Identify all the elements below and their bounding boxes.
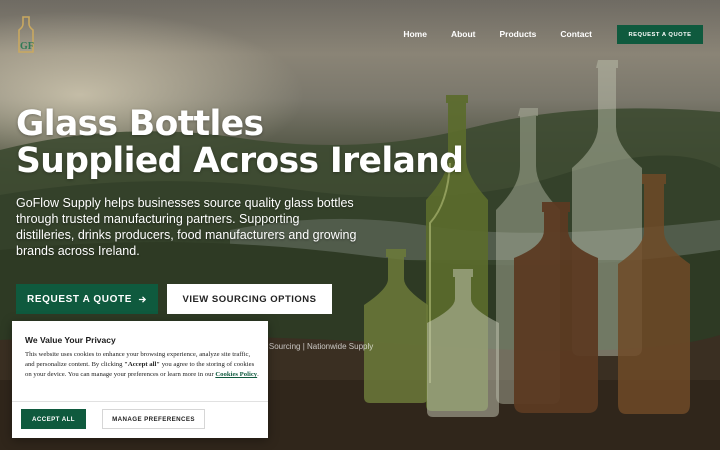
manage-preferences-button[interactable]: MANAGE PREFERENCES [102, 409, 205, 429]
view-sourcing-options-button[interactable]: VIEW SOURCING OPTIONS [167, 284, 332, 314]
headline-line-1: Glass Bottles [16, 104, 264, 144]
cookie-divider [12, 401, 268, 402]
nav-home[interactable]: Home [403, 29, 427, 39]
amber-tall-bottle [618, 174, 690, 414]
cookies-policy-link[interactable]: Cookies Policy [215, 371, 257, 378]
cookie-body-end: . [257, 371, 259, 378]
nav-contact[interactable]: Contact [560, 29, 592, 39]
cookie-accept-quote: "Accept all" [124, 361, 161, 368]
cookie-title: We Value Your Privacy [25, 335, 116, 345]
request-quote-label: REQUEST A QUOTE [27, 293, 132, 305]
cookie-consent-banner: We Value Your Privacy This website uses … [12, 321, 268, 438]
amber-bottle [514, 202, 598, 413]
bottle-logo-icon[interactable]: GF [13, 16, 43, 54]
nav-request-quote-button[interactable]: REQUEST A QUOTE [617, 25, 703, 44]
small-green-bottle [364, 249, 428, 403]
headline-line-2: Supplied Across Ireland [16, 141, 464, 181]
logo-text: GF [20, 41, 34, 52]
small-clear-bottle [427, 269, 499, 417]
nav-about[interactable]: About [451, 29, 476, 39]
main-nav: Home About Products Contact [403, 29, 592, 39]
nav-products[interactable]: Products [500, 29, 537, 39]
hero-tagline: ttle Sourcing | Nationwide Supply [256, 342, 374, 351]
hero-lede: GoFlow Supply helps businesses source qu… [16, 196, 357, 258]
hero-headline: Glass Bottles Supplied Across Ireland [16, 106, 476, 180]
cookie-body: This website uses cookies to enhance you… [25, 350, 261, 380]
accept-all-button[interactable]: ACCEPT ALL [21, 409, 86, 429]
arrow-right-icon [138, 295, 147, 303]
request-quote-button[interactable]: REQUEST A QUOTE [16, 284, 158, 314]
